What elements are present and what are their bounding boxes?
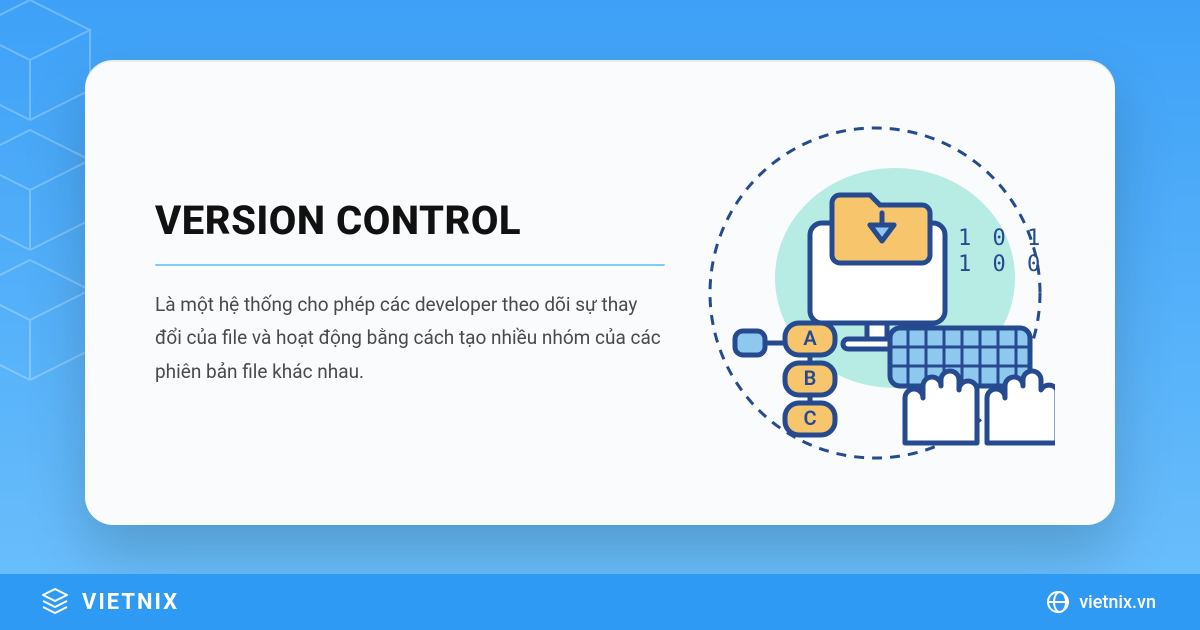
info-card: VERSION CONTROL Là một hệ thống cho phép…	[85, 60, 1115, 525]
text-column: VERSION CONTROL Là một hệ thống cho phép…	[155, 197, 665, 388]
version-a-label: A	[803, 326, 817, 350]
brand-logo-icon	[40, 587, 70, 617]
heading-divider	[155, 264, 665, 266]
site-url: vietnix.vn	[1079, 592, 1156, 613]
version-tree-icon: A B C	[735, 323, 835, 435]
version-c-label: C	[803, 406, 816, 430]
globe-icon	[1047, 591, 1069, 613]
version-control-illustration-icon: 1 0 1 0 1 0 0 1 A B C	[695, 113, 1055, 473]
version-b-label: B	[804, 366, 817, 390]
card-description: Là một hệ thống cho phép các developer t…	[155, 288, 665, 388]
binary-text-1: 1 0 1 0	[958, 226, 1055, 251]
card-heading: VERSION CONTROL	[155, 197, 665, 244]
footer-bar: VIETNIX vietnix.vn	[0, 574, 1200, 630]
illustration: 1 0 1 0 1 0 0 1 A B C	[695, 113, 1055, 473]
brand: VIETNIX	[40, 587, 179, 617]
binary-text-2: 1 0 0 1	[958, 252, 1055, 277]
site-link: vietnix.vn	[1047, 591, 1156, 613]
brand-name: VIETNIX	[82, 590, 179, 615]
